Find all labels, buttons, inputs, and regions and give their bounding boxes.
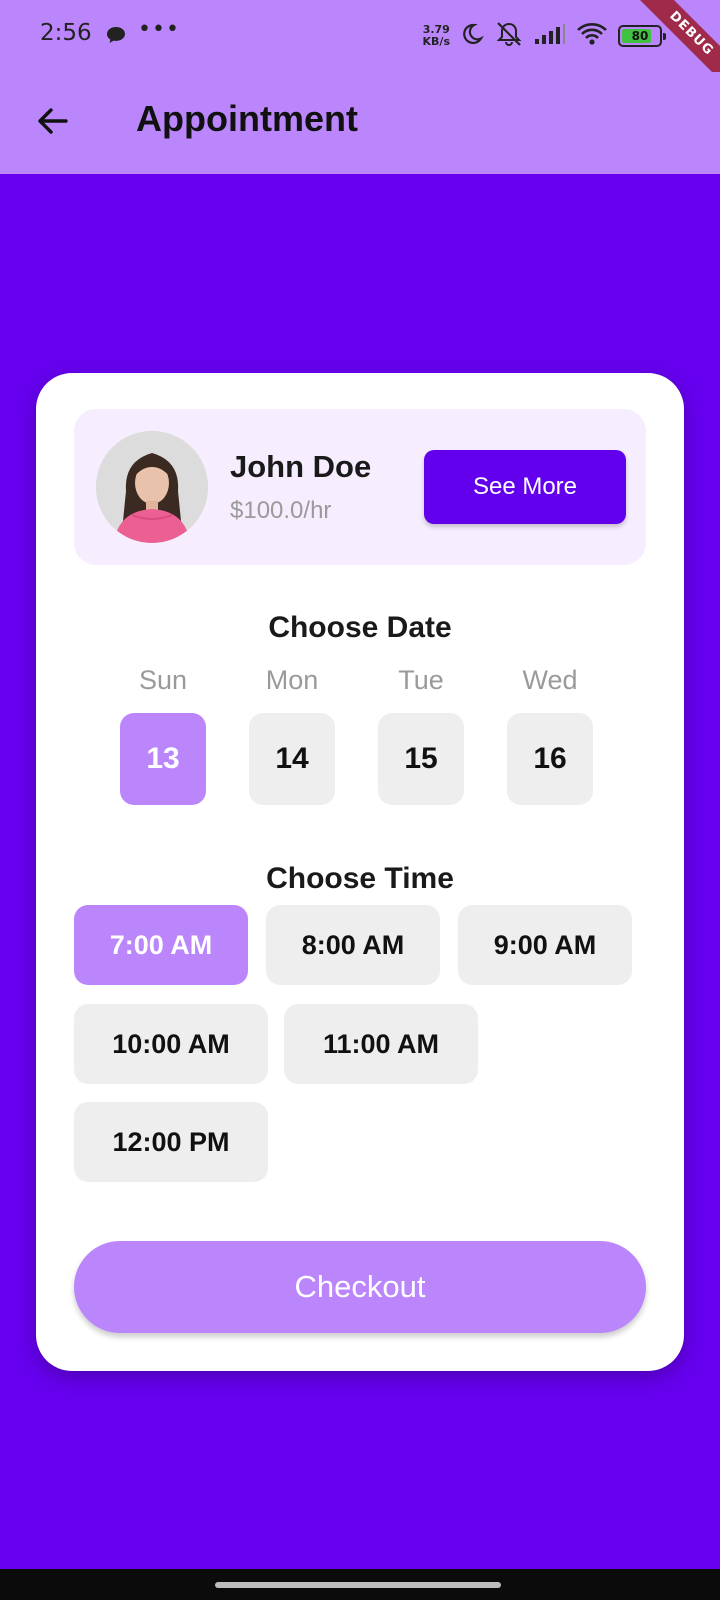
date-picker: Sun 13 Mon 14 Tue 15 Wed 16 (120, 665, 600, 805)
time-slot-10am[interactable]: 10:00 AM (74, 1004, 268, 1084)
status-time: 2:56 (40, 20, 92, 46)
status-icons: 3.79 KB/s 80 (423, 18, 666, 54)
checkout-button[interactable]: Checkout (74, 1241, 646, 1333)
choose-date-title: Choose Date (268, 611, 452, 644)
arrow-left-icon (36, 104, 70, 142)
app-bar: Appointment (0, 72, 720, 174)
time-slot-11am[interactable]: 11:00 AM (284, 1004, 478, 1084)
date-option-sun: Sun 13 (120, 665, 206, 805)
battery-icon: 80 (618, 25, 666, 47)
battery-level: 80 (631, 29, 649, 43)
network-speed-unit: KB/s (422, 35, 450, 48)
back-button[interactable] (28, 98, 78, 148)
date-chip-15[interactable]: 15 (378, 713, 464, 805)
see-more-button[interactable]: See More (424, 450, 626, 524)
moon-icon (460, 22, 484, 50)
date-chip-16[interactable]: 16 (507, 713, 593, 805)
date-day-label: Mon (265, 665, 319, 695)
more-notifications-icon: ••• (138, 17, 180, 42)
page-title: Appointment (136, 98, 358, 139)
choose-time-title: Choose Time (266, 862, 454, 895)
time-slot-8am[interactable]: 8:00 AM (266, 905, 440, 985)
signal-icon (534, 23, 566, 49)
time-slot-9am[interactable]: 9:00 AM (458, 905, 632, 985)
doctor-rate: $100.0/hr (230, 497, 332, 524)
appointment-card: John Doe $100.0/hr See More Choose Date … (36, 373, 684, 1371)
date-day-label: Tue (398, 665, 444, 695)
time-slot-7am[interactable]: 7:00 AM (74, 905, 248, 985)
time-slot-12pm[interactable]: 12:00 PM (74, 1102, 268, 1182)
date-day-label: Wed (522, 665, 578, 695)
date-chip-14[interactable]: 14 (249, 713, 335, 805)
wifi-icon (576, 21, 608, 51)
date-option-wed: Wed 16 (507, 665, 593, 805)
date-option-mon: Mon 14 (249, 665, 335, 805)
doctor-panel: John Doe $100.0/hr See More (74, 409, 646, 565)
date-chip-13[interactable]: 13 (120, 713, 206, 805)
bell-muted-icon (494, 21, 524, 51)
system-nav-bar (0, 1569, 720, 1600)
date-option-tue: Tue 15 (378, 665, 464, 805)
status-bar: 2:56 ••• 3.79 KB/s 80 DEBUG (0, 0, 720, 96)
avatar (96, 431, 208, 543)
network-speed: 3.79 KB/s (423, 24, 450, 48)
chat-bubble-icon (106, 26, 126, 43)
home-gesture-handle[interactable] (215, 1582, 501, 1588)
battery-tip (663, 33, 666, 40)
date-day-label: Sun (138, 665, 188, 695)
doctor-name: John Doe (230, 449, 372, 484)
